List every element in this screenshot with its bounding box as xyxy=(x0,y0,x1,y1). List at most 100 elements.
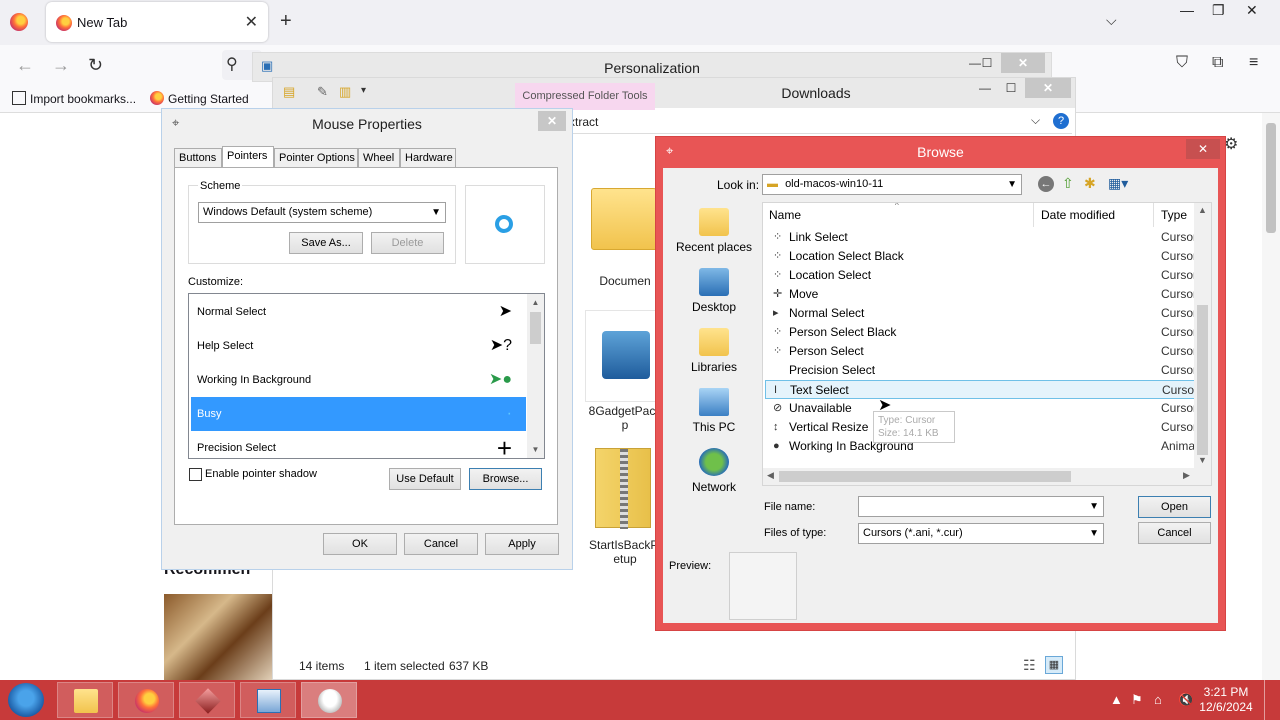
table-row[interactable]: ⁘ Location Select Black Cursor xyxy=(765,247,1197,266)
bookmark-getting-started[interactable]: Getting Started xyxy=(150,91,249,106)
new-folder-icon[interactable]: ✱ xyxy=(1084,175,1096,192)
maximize-icon[interactable]: ☐ xyxy=(999,78,1023,98)
tab-hardware[interactable]: Hardware xyxy=(400,148,456,168)
minimize-window-icon[interactable]: — xyxy=(1180,2,1194,18)
table-row[interactable]: Precision Select Cursor xyxy=(765,361,1197,380)
page-settings-gear-icon[interactable]: ⚙ xyxy=(1224,134,1238,154)
firefox-menu-icon[interactable] xyxy=(10,13,28,31)
table-row[interactable]: ⁘ Person Select Black Cursor xyxy=(765,323,1197,342)
start-button[interactable] xyxy=(8,683,44,717)
scrollbar-thumb[interactable] xyxy=(1266,123,1276,233)
close-icon[interactable]: ✕ xyxy=(538,111,566,131)
use-default-button[interactable]: Use Default xyxy=(389,468,461,490)
tab-buttons[interactable]: Buttons xyxy=(174,148,222,168)
back-arrow-icon[interactable]: ← xyxy=(16,55,34,76)
tab-pointers[interactable]: Pointers xyxy=(222,146,274,168)
volume-muted-icon[interactable]: 🔇 xyxy=(1178,692,1194,708)
close-window-icon[interactable]: ✕ xyxy=(1246,2,1258,19)
restore-window-icon[interactable]: ❐ xyxy=(1212,2,1225,19)
scroll-down-icon[interactable]: ▼ xyxy=(1198,455,1207,465)
view-menu-icon[interactable]: ▦▾ xyxy=(1108,175,1128,192)
file-list[interactable]: Name ^ Date modified Type ⁘ Link Select Cu… xyxy=(762,202,1212,486)
ok-button[interactable]: OK xyxy=(323,533,397,555)
save-as-button[interactable]: Save As... xyxy=(289,232,363,254)
taskbar-app-3[interactable] xyxy=(179,682,235,718)
scrollbar-thumb[interactable] xyxy=(530,312,541,344)
close-tab-icon[interactable]: ✕ xyxy=(245,12,258,32)
reload-icon[interactable]: ↻ xyxy=(88,55,103,76)
tab-wheel[interactable]: Wheel xyxy=(358,148,400,168)
scroll-right-icon[interactable]: ▶ xyxy=(1183,470,1190,481)
table-row[interactable]: ⁘ Location Select Cursor xyxy=(765,266,1197,285)
bookmark-import[interactable]: Import bookmarks... xyxy=(12,91,136,106)
cursor-list-scrollbar[interactable]: ▲ ▼ xyxy=(527,294,544,458)
help-icon[interactable]: ? xyxy=(1053,113,1069,129)
show-hidden-icons-icon[interactable]: ▲ xyxy=(1110,692,1123,707)
close-icon[interactable]: ✕ xyxy=(1025,78,1071,98)
file-list-hscrollbar[interactable]: ◀ ▶ xyxy=(763,468,1211,485)
documents-folder-icon[interactable] xyxy=(591,188,661,250)
table-row[interactable]: I Text Select Cursor xyxy=(765,380,1198,399)
file-list-vscrollbar[interactable]: ▲ ▼ xyxy=(1194,203,1211,470)
place-network[interactable]: Network xyxy=(670,448,758,494)
files-of-type-select[interactable]: Cursors (*.ani, *.cur) ▼ xyxy=(858,523,1104,544)
place-recent-places[interactable]: Recent places xyxy=(670,208,758,254)
enable-shadow-checkbox[interactable] xyxy=(189,468,202,481)
table-row[interactable]: ✛ Move Cursor xyxy=(765,285,1197,304)
taskbar-firefox[interactable] xyxy=(118,682,174,718)
list-item[interactable]: Help Select ➤? xyxy=(191,329,526,363)
column-type[interactable]: Type xyxy=(1161,208,1187,222)
back-icon[interactable]: ← xyxy=(1038,176,1054,192)
scroll-left-icon[interactable]: ◀ xyxy=(767,470,774,481)
table-row[interactable]: ⁘ Link Select Cursor xyxy=(765,228,1197,247)
new-tab-button[interactable]: + xyxy=(280,10,292,33)
pocket-icon[interactable]: ⛉ xyxy=(1176,54,1188,72)
mouse-properties-titlebar[interactable]: ⌖ Mouse Properties ✕ xyxy=(162,109,572,139)
delete-button[interactable]: Delete xyxy=(371,232,444,254)
maximize-icon[interactable]: ☐ xyxy=(973,53,1001,73)
list-all-tabs-icon[interactable]: ⌵ xyxy=(1106,12,1117,29)
table-row[interactable]: ↕ Vertical Resize Cursor xyxy=(765,418,1197,437)
network-tray-icon[interactable]: ⌂ xyxy=(1154,692,1162,707)
list-item-selected[interactable]: Busy · xyxy=(191,397,526,431)
scrollbar-thumb[interactable] xyxy=(779,471,1071,482)
list-item[interactable]: Normal Select ➤ xyxy=(191,295,526,329)
open-button[interactable]: Open xyxy=(1138,496,1211,518)
show-desktop-button[interactable] xyxy=(1264,680,1280,720)
table-row[interactable]: ▸ Normal Select Cursor xyxy=(765,304,1197,323)
scroll-down-icon[interactable]: ▼ xyxy=(527,441,544,458)
compressed-folder-tools-tab[interactable]: Compressed Folder Tools xyxy=(515,83,655,110)
browse-button[interactable]: Browse... xyxy=(469,468,542,490)
look-in-select[interactable]: ▬ old-macos-win10-11 ▼ xyxy=(762,174,1022,195)
details-view-icon[interactable]: ☷ xyxy=(1023,657,1036,674)
extensions-icon[interactable]: ⧉ xyxy=(1212,54,1223,72)
folder-quick-icon[interactable]: ▤ xyxy=(283,84,295,100)
new-folder-quick-icon[interactable]: ▥ xyxy=(339,84,351,100)
firefox-tab-new-tab[interactable]: New Tab ✕ xyxy=(46,2,268,42)
file-name-input[interactable]: ▼ xyxy=(858,496,1104,517)
recommended-photo[interactable] xyxy=(164,594,276,680)
cancel-button[interactable]: Cancel xyxy=(404,533,478,555)
scroll-up-icon[interactable]: ▲ xyxy=(1198,205,1207,215)
column-name[interactable]: Name xyxy=(769,208,801,222)
cancel-button[interactable]: Cancel xyxy=(1138,522,1211,544)
place-libraries[interactable]: Libraries xyxy=(670,328,758,374)
scheme-select[interactable]: Windows Default (system scheme) ▼ xyxy=(198,202,446,223)
taskbar-explorer[interactable] xyxy=(57,682,113,718)
hamburger-menu-icon[interactable]: ≡ xyxy=(1249,54,1258,72)
close-icon[interactable]: ✕ xyxy=(1186,139,1220,159)
page-scrollbar[interactable] xyxy=(1262,113,1280,680)
properties-quick-icon[interactable]: ✎ xyxy=(317,84,328,100)
enable-shadow-label[interactable]: Enable pointer shadow xyxy=(205,468,317,480)
ribbon-extract-area[interactable]: xtract ⌵ ? xyxy=(569,110,1072,134)
forward-arrow-icon[interactable]: → xyxy=(52,55,70,76)
table-row[interactable]: ⊘ Unavailable Cursor xyxy=(765,399,1197,418)
scrollbar-thumb[interactable] xyxy=(1197,305,1208,455)
apply-button[interactable]: Apply xyxy=(485,533,559,555)
tab-pointer-options[interactable]: Pointer Options xyxy=(274,148,358,168)
browse-titlebar[interactable]: ⌖ Browse ✕ xyxy=(656,137,1225,167)
table-row[interactable]: ⁘ Person Select Cursor xyxy=(765,342,1197,361)
scroll-up-icon[interactable]: ▲ xyxy=(527,294,544,311)
taskbar-mouse-properties[interactable] xyxy=(301,682,357,718)
minimize-icon[interactable]: — xyxy=(973,78,997,98)
